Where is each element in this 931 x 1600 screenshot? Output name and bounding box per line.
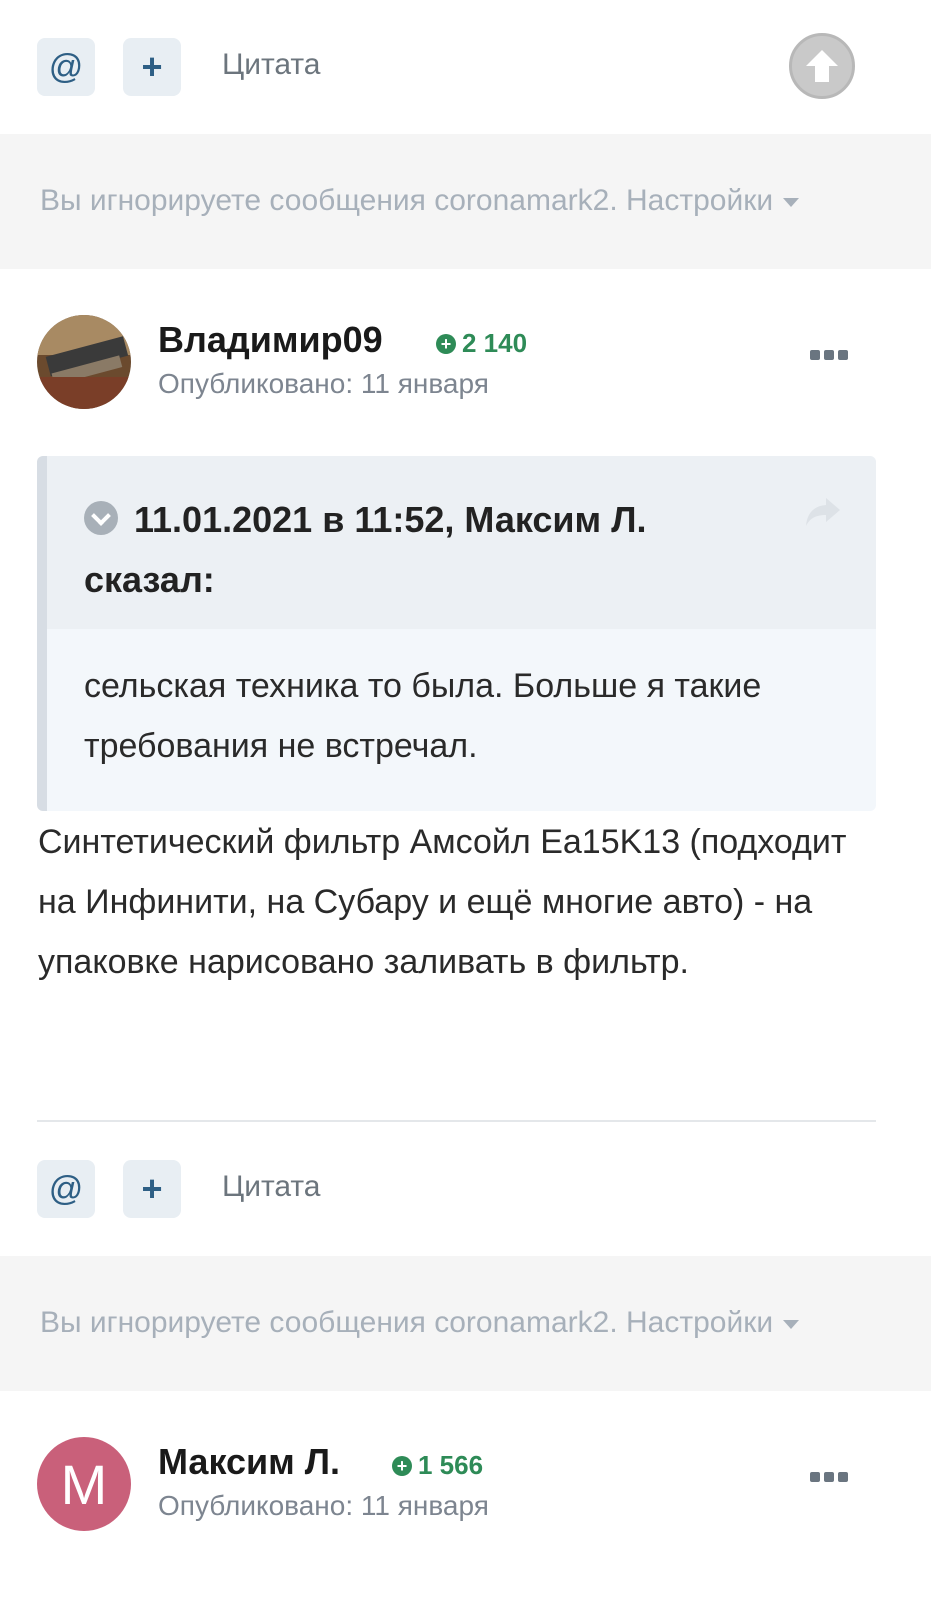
post-actions-bar: @ + Цитата bbox=[0, 1122, 931, 1252]
plus-icon: + bbox=[141, 1168, 163, 1209]
quote-citation: 11.01.2021 в 11:52, Максим Л. сказал: bbox=[84, 490, 784, 610]
avatar-letter: M bbox=[60, 1452, 108, 1516]
ignored-notice-settings-link[interactable]: Вы игнорируете сообщения coronamark2. На… bbox=[40, 184, 800, 218]
plus-circle-icon: + bbox=[392, 1455, 412, 1476]
avatar[interactable] bbox=[37, 315, 131, 409]
at-icon: @ bbox=[48, 48, 84, 86]
chevron-down-icon[interactable] bbox=[84, 501, 118, 536]
reputation-badge: + 2 140 bbox=[436, 328, 527, 359]
arrow-up-icon bbox=[806, 50, 838, 82]
quote-header: 11.01.2021 в 11:52, Максим Л. сказал: bbox=[47, 456, 876, 629]
quote-citation-text: 11.01.2021 в 11:52, Максим Л. сказал: bbox=[84, 499, 647, 600]
more-options-icon[interactable] bbox=[810, 1472, 848, 1482]
quote-block: 11.01.2021 в 11:52, Максим Л. сказал: се… bbox=[37, 456, 876, 811]
plus-icon: + bbox=[141, 46, 163, 87]
ignored-notice-settings-link[interactable]: Вы игнорируете сообщения coronamark2. На… bbox=[40, 1306, 800, 1340]
multiquote-button[interactable]: + bbox=[123, 1160, 181, 1218]
quote-link[interactable]: Цитата bbox=[222, 1170, 320, 1204]
at-icon: @ bbox=[48, 1170, 84, 1208]
quote-text: сельская техника то была. Больше я такие… bbox=[84, 667, 762, 765]
author-name[interactable]: Владимир09 bbox=[158, 319, 383, 361]
avatar[interactable]: M bbox=[37, 1437, 131, 1531]
reputation-count: 2 140 bbox=[462, 328, 528, 358]
ignored-notice-text: Вы игнорируете сообщения coronamark2. На… bbox=[40, 184, 774, 217]
reputation-count: 1 566 bbox=[418, 1450, 484, 1480]
post-content: Синтетический фильтр Амсойл Ea15K13 (под… bbox=[38, 823, 847, 981]
author-name[interactable]: Максим Л. bbox=[158, 1441, 340, 1483]
plus-circle-icon: + bbox=[436, 333, 456, 354]
ignored-notice-text: Вы игнорируете сообщения coronamark2. На… bbox=[40, 1306, 774, 1339]
reputation-badge: + 1 566 bbox=[392, 1450, 483, 1481]
publish-date: Опубликовано: 11 января bbox=[158, 368, 489, 399]
avatar-photo bbox=[37, 315, 131, 409]
mention-button[interactable]: @ bbox=[37, 38, 95, 96]
quote-link[interactable]: Цитата bbox=[222, 48, 320, 82]
share-arrow-icon[interactable] bbox=[804, 496, 842, 528]
publish-date: Опубликовано: 11 января bbox=[158, 1490, 489, 1521]
multiquote-button[interactable]: + bbox=[123, 38, 181, 96]
caret-down-icon bbox=[783, 1319, 800, 1329]
scroll-to-top-button[interactable] bbox=[789, 33, 855, 99]
ignored-user-notice: Вы игнорируете сообщения coronamark2. На… bbox=[0, 134, 931, 269]
caret-down-icon bbox=[783, 197, 800, 207]
mention-button[interactable]: @ bbox=[37, 1160, 95, 1218]
ignored-user-notice: Вы игнорируете сообщения coronamark2. На… bbox=[0, 1256, 931, 1391]
more-options-icon[interactable] bbox=[810, 350, 848, 360]
post-actions-bar-top: @ + Цитата bbox=[0, 0, 931, 134]
